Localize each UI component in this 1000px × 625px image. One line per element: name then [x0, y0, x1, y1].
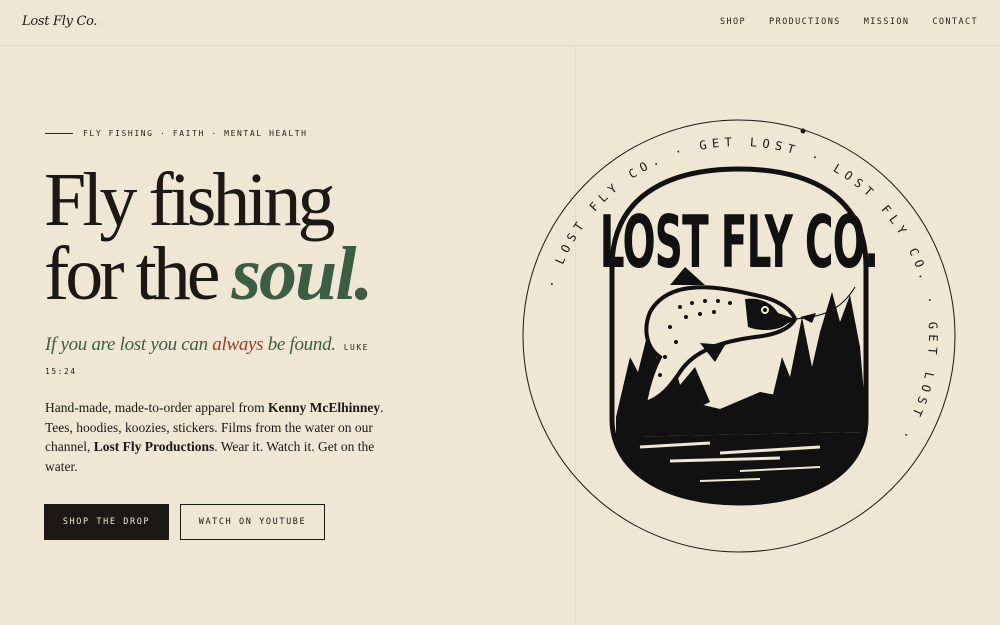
- description-1: Hand-made, made-to-order apparel from: [45, 400, 269, 415]
- ring-dot: [800, 128, 806, 134]
- nav-contact[interactable]: CONTACT: [932, 17, 978, 27]
- hero-headline: Fly fishing for the soul.: [44, 162, 373, 312]
- eyebrow-rule: [45, 133, 73, 134]
- main-nav: SHOP PRODUCTIONS MISSION CONTACT: [720, 17, 978, 27]
- watch-on-youtube-button[interactable]: WATCH ON YOUTUBE: [180, 504, 325, 540]
- quote-reference-verse: 15:24: [45, 367, 77, 376]
- leaping-trout-emblem-icon: · LOST FLY CO. · GET LOST · LOST FLY CO.…: [522, 119, 956, 553]
- quote-highlight: always: [212, 334, 264, 355]
- hero-eyebrow: FLY FISHING · FAITH · MENTAL HEALTH: [45, 129, 308, 138]
- nav-productions[interactable]: PRODUCTIONS: [769, 17, 841, 27]
- eyebrow-text: FLY FISHING · FAITH · MENTAL HEALTH: [83, 129, 308, 138]
- badge-title: LOST FLY CO.: [600, 200, 878, 285]
- nav-mission[interactable]: MISSION: [864, 17, 910, 27]
- headline-line-2: for the: [44, 232, 232, 316]
- brand-logo-text[interactable]: Lost Fly Co.: [22, 14, 98, 29]
- site-header: Lost Fly Co. SHOP PRODUCTIONS MISSION CO…: [0, 0, 1000, 46]
- quote-text-1: If you are lost you can: [45, 334, 213, 355]
- headline-emphasis: soul.: [231, 232, 373, 316]
- headline-line-1: Fly fishing: [44, 158, 335, 242]
- maker-name: Kenny McElhinney: [268, 400, 381, 415]
- channel-name: Lost Fly Productions: [93, 439, 215, 454]
- brand-emblem: · LOST FLY CO. · GET LOST · LOST FLY CO.…: [520, 117, 958, 555]
- scripture-quote: If you are lost you can always be found.…: [45, 334, 369, 356]
- shop-the-drop-button[interactable]: SHOP THE DROP: [44, 504, 169, 540]
- quote-reference-book: LUKE: [343, 343, 369, 352]
- hero-description: Hand-made, made-to-order apparel from Ke…: [45, 398, 400, 476]
- quote-text-2: be found.: [263, 334, 336, 355]
- nav-shop[interactable]: SHOP: [720, 17, 746, 27]
